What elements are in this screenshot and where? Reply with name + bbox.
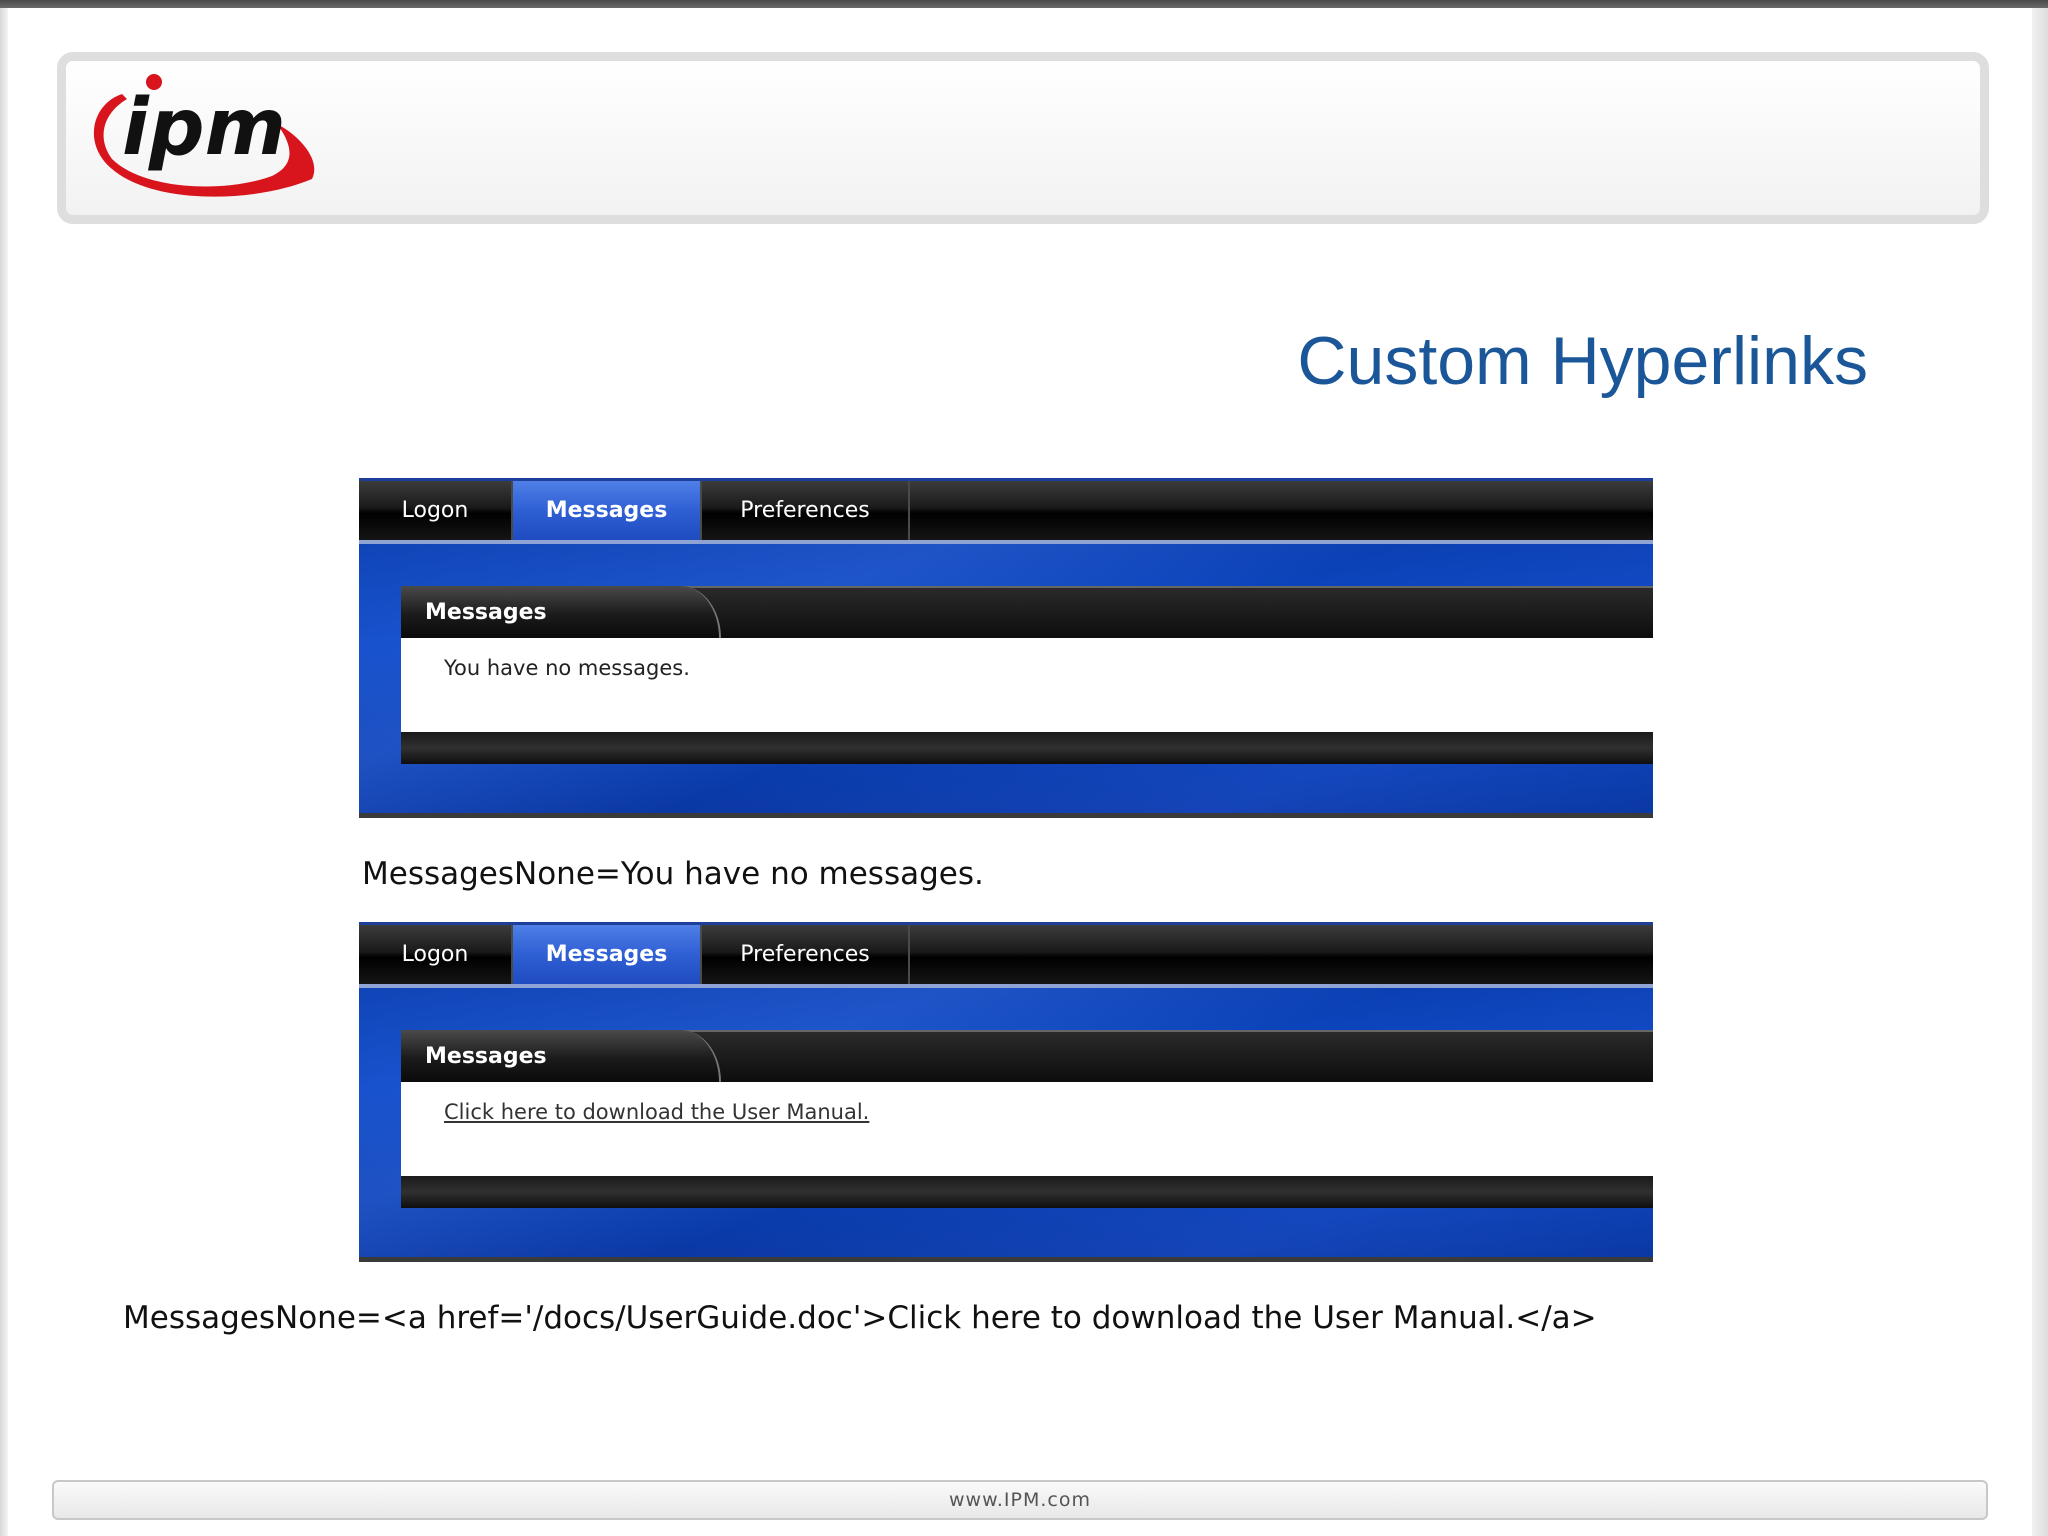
right-edge (2032, 8, 2048, 1536)
tab-logon[interactable]: Logon (359, 925, 513, 984)
page-title: Custom Hyperlinks (1297, 323, 1868, 399)
no-messages-text: You have no messages. (444, 656, 690, 680)
messages-panel: Messages You have no messages. (401, 586, 1653, 766)
footer-url: www.IPM.com (949, 1489, 1091, 1511)
tab-messages[interactable]: Messages (513, 481, 702, 540)
tab-logon[interactable]: Logon (359, 481, 513, 540)
caption-plain: MessagesNone=You have no messages. (362, 856, 984, 892)
panel-footer (401, 1176, 1653, 1208)
tab-messages[interactable]: Messages (513, 925, 702, 984)
left-edge (0, 8, 8, 1536)
window-top-strip (0, 0, 2048, 8)
app-screenshot-no-messages: Logon Messages Preferences Messages You … (359, 478, 1653, 818)
messages-panel: Messages Click here to download the User… (401, 1030, 1653, 1210)
nav-bar: Logon Messages Preferences (359, 478, 1653, 544)
download-manual-link[interactable]: Click here to download the User Manual. (444, 1100, 869, 1124)
logo-text: ipm (122, 83, 286, 173)
tab-preferences[interactable]: Preferences (702, 925, 910, 984)
panel-body: You have no messages. (401, 638, 1653, 732)
panel-footer (401, 732, 1653, 764)
nav-bar: Logon Messages Preferences (359, 922, 1653, 988)
panel-title: Messages (401, 1030, 721, 1082)
ipm-logo: ipm (93, 74, 315, 197)
panel-title: Messages (401, 586, 721, 638)
caption-hyperlink: MessagesNone=<a href='/docs/UserGuide.do… (123, 1300, 1597, 1336)
tab-preferences[interactable]: Preferences (702, 481, 910, 540)
footer-bar: www.IPM.com (52, 1480, 1988, 1520)
panel-body: Click here to download the User Manual. (401, 1082, 1653, 1176)
app-screenshot-hyperlink: Logon Messages Preferences Messages Clic… (359, 922, 1653, 1262)
slide-header-box (57, 52, 1989, 224)
